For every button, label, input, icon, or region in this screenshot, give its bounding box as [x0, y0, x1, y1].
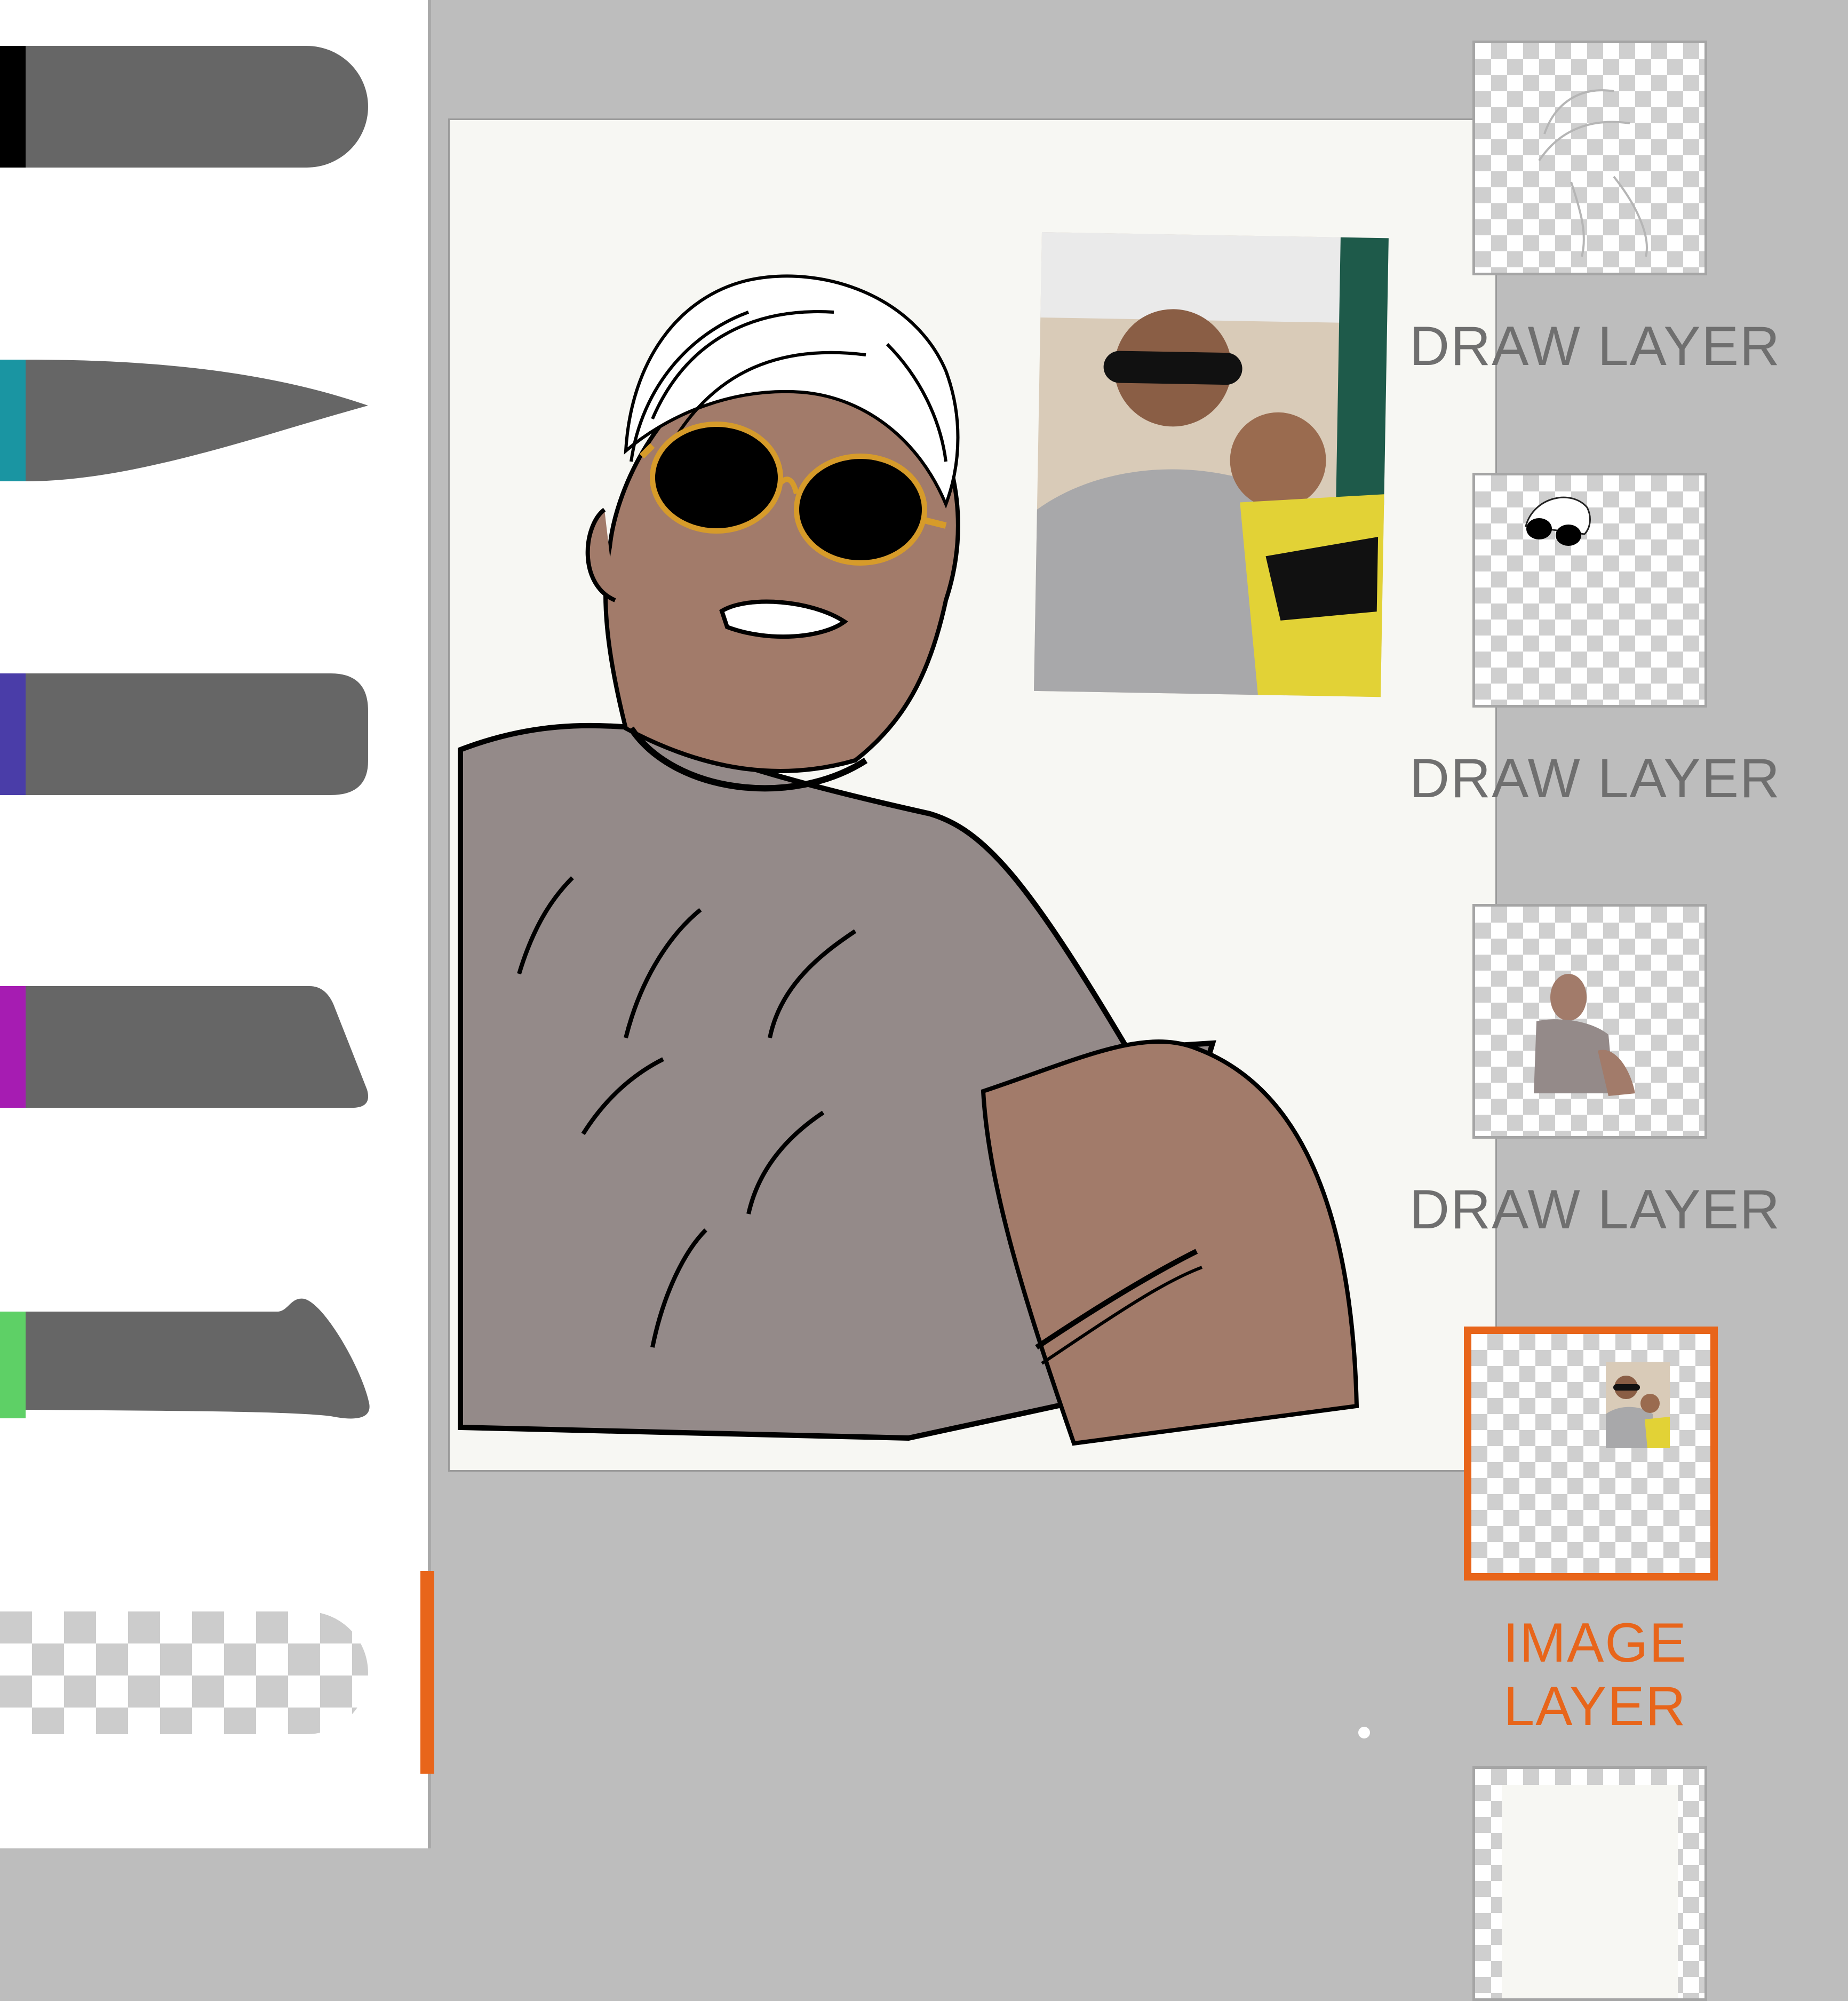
layer-thumbnail-hair [1472, 41, 1707, 275]
layer-draw-2[interactable]: DRAW LAYER [1408, 470, 1835, 886]
tapered-brush-icon [0, 360, 368, 481]
layer-thumbnail-background [1472, 1766, 1707, 2001]
round-brush-icon [0, 46, 368, 168]
brush-panel [0, 0, 434, 1848]
eraser-brush-icon [0, 1611, 368, 1734]
brush-round[interactable] [0, 43, 373, 171]
brush-flat[interactable] [0, 670, 373, 798]
layer-thumbnail-photo [1464, 1327, 1718, 1581]
selected-brush-indicator [420, 1571, 434, 1774]
layer-label: DRAW LAYER [1409, 1179, 1781, 1241]
layer-draw-1[interactable]: DRAW LAYER [1408, 37, 1835, 454]
brush-tapered[interactable] [0, 356, 373, 485]
layer-label: DRAW LAYER [1409, 315, 1781, 377]
layer-image[interactable]: IMAGE LAYER [1408, 1323, 1835, 1740]
blob-brush-icon [0, 1298, 370, 1419]
brush-eraser[interactable] [0, 1611, 373, 1740]
brush-blob[interactable] [0, 1297, 373, 1425]
layer-label: IMAGE LAYER [1503, 1612, 1687, 1737]
layer-label: DRAW LAYER [1409, 748, 1781, 809]
drawing-canvas[interactable] [448, 118, 1497, 1472]
brush-chisel[interactable] [0, 983, 373, 1111]
layer-draw-3[interactable]: DRAW LAYER [1408, 901, 1835, 1317]
artwork-illustration [458, 232, 1389, 1446]
layer-thumbnail-figure [1472, 904, 1707, 1139]
scroll-indicator-dot [1358, 1727, 1370, 1738]
layer-background[interactable] [1408, 1763, 1835, 2001]
flat-brush-icon [0, 673, 368, 795]
layer-thumbnail-sunglasses [1472, 473, 1707, 708]
chisel-brush-icon [0, 986, 369, 1108]
